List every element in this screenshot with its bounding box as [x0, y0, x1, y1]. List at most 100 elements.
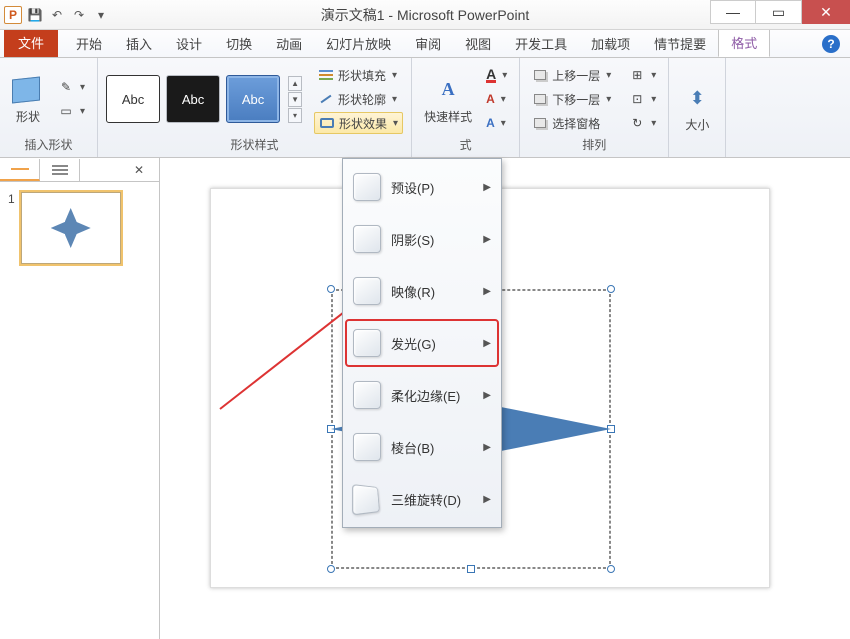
help-icon[interactable]: ? [822, 35, 840, 53]
shape-effects-button[interactable]: 形状效果▾ [314, 112, 403, 134]
shadow-icon [353, 225, 381, 253]
fx-3d-rotation[interactable]: 三维旋转(D) ▶ [347, 477, 497, 521]
qat-undo-icon[interactable]: ↶ [48, 6, 66, 24]
app-icon: P [4, 6, 22, 24]
group-shape-styles: Abc Abc Abc ▲ ▼ ▾ 形状填充▾ 形状轮廓▾ 形状效果▾ 形状样式 [98, 58, 412, 157]
slide-panel: ✕ 1 [0, 158, 160, 639]
tab-review[interactable]: 审阅 [403, 28, 453, 57]
bring-forward-icon [534, 70, 546, 80]
text-outline-icon: A [486, 92, 495, 106]
fx-shadow[interactable]: 阴影(S) ▶ [347, 217, 497, 261]
close-panel-button[interactable]: ✕ [119, 159, 159, 181]
text-fill-button[interactable]: A▾ [482, 64, 511, 86]
tab-developer[interactable]: 开发工具 [503, 28, 579, 57]
outline-tab[interactable] [40, 159, 80, 181]
fx-glow[interactable]: 发光(G) ▶ [347, 321, 497, 365]
submenu-arrow-icon: ▶ [483, 182, 491, 193]
tab-insert[interactable]: 插入 [114, 28, 164, 57]
tab-file[interactable]: 文件 [4, 28, 58, 57]
tab-transitions[interactable]: 切换 [214, 28, 264, 57]
canvas-area[interactable] [160, 158, 850, 639]
align-button[interactable]: ⊞▾ [625, 64, 660, 86]
resize-handle-ne[interactable] [607, 285, 615, 293]
shape-effects-menu: 预设(P) ▶ 阴影(S) ▶ 映像(R) ▶ 发光(G) ▶ 柔化边缘(E) … [342, 158, 502, 528]
qat-save-icon[interactable]: 💾 [26, 6, 44, 24]
shape-style-1[interactable]: Abc [106, 75, 160, 123]
send-backward-icon [534, 94, 546, 104]
shapes-button[interactable]: 形状 [8, 72, 48, 127]
qat-redo-icon[interactable]: ↷ [70, 6, 88, 24]
shape-style-3[interactable]: Abc [226, 75, 280, 123]
text-effects-button[interactable]: A▾ [482, 112, 511, 134]
align-icon: ⊞ [629, 67, 645, 83]
fx-soft-edges[interactable]: 柔化边缘(E) ▶ [347, 373, 497, 417]
shape-style-2[interactable]: Abc [166, 75, 220, 123]
group-size: ⬍ 大小 [669, 58, 726, 157]
ribbon: 形状 ✎▾ ▭▾ 插入形状 Abc Abc Abc ▲ ▼ ▾ 形状填充▾ 形状… [0, 58, 850, 158]
title-bar: P 💾 ↶ ↷ ▾ 演示文稿1 - Microsoft PowerPoint —… [0, 0, 850, 30]
size-button[interactable]: ⬍ 大小 [677, 80, 717, 135]
group-label-wordart: 式 [420, 136, 511, 155]
style-gallery-scroll[interactable]: ▲ ▼ ▾ [288, 76, 302, 123]
rotate-button[interactable]: ↻▾ [625, 112, 660, 134]
gallery-up-icon[interactable]: ▲ [288, 76, 302, 91]
group-label-shape-styles: 形状样式 [106, 136, 403, 155]
submenu-arrow-icon: ▶ [483, 494, 491, 505]
group-wordart: A 快速样式 A▾ A▾ A▾ 式 [412, 58, 520, 157]
letter-a-icon: A [442, 79, 455, 100]
selection-pane-button[interactable]: 选择窗格 [528, 112, 615, 134]
effects-icon [320, 118, 334, 128]
group-insert-shapes: 形状 ✎▾ ▭▾ 插入形状 [0, 58, 98, 157]
slide-thumbnail-1[interactable] [21, 192, 121, 264]
bevel-icon [353, 433, 381, 461]
rotate-icon: ↻ [629, 115, 645, 131]
shape-outline-button[interactable]: 形状轮廓▾ [314, 88, 403, 110]
minimize-button[interactable]: — [710, 0, 756, 24]
tab-addins[interactable]: 加载项 [579, 28, 642, 57]
text-box-button[interactable]: ▭▾ [54, 100, 89, 122]
tab-format[interactable]: 格式 [718, 26, 770, 57]
preset-icon [353, 173, 381, 201]
tab-home[interactable]: 开始 [64, 28, 114, 57]
text-outline-button[interactable]: A▾ [482, 88, 511, 110]
close-button[interactable]: ✕ [802, 0, 850, 24]
group-button[interactable]: ⊡▾ [625, 88, 660, 110]
group-arrange: 上移一层▾ 下移一层▾ 选择窗格 ⊞▾ ⊡▾ ↻▾ 排列 [520, 58, 669, 157]
fill-icon [319, 74, 333, 76]
fx-bevel[interactable]: 棱台(B) ▶ [347, 425, 497, 469]
reflection-icon [353, 277, 381, 305]
resize-handle-sw[interactable] [327, 565, 335, 573]
maximize-button[interactable]: ▭ [756, 0, 802, 24]
tab-design[interactable]: 设计 [164, 28, 214, 57]
submenu-arrow-icon: ▶ [483, 286, 491, 297]
tab-view[interactable]: 视图 [453, 28, 503, 57]
group-icon: ⊡ [629, 91, 645, 107]
gallery-down-icon[interactable]: ▼ [288, 92, 302, 107]
edit-shape-button[interactable]: ✎▾ [54, 76, 89, 98]
fx-reflection[interactable]: 映像(R) ▶ [347, 269, 497, 313]
fx-preset[interactable]: 预设(P) ▶ [347, 165, 497, 209]
send-backward-button[interactable]: 下移一层▾ [528, 88, 615, 110]
glow-icon [353, 329, 381, 357]
bring-forward-button[interactable]: 上移一层▾ [528, 64, 615, 86]
cube-icon [12, 76, 40, 103]
window-title: 演示文稿1 - Microsoft PowerPoint [321, 5, 530, 25]
text-effects-icon: A [486, 116, 495, 130]
text-fill-icon: A [486, 68, 496, 83]
resize-handle-nw[interactable] [327, 285, 335, 293]
slide-number: 1 [8, 192, 15, 264]
qat-dropdown-icon[interactable]: ▾ [92, 6, 110, 24]
rotation-3d-icon [352, 484, 380, 516]
slides-tab[interactable] [0, 159, 40, 181]
soft-edges-icon [353, 381, 381, 409]
gallery-more-icon[interactable]: ▾ [288, 108, 302, 123]
group-label-insert-shapes: 插入形状 [8, 136, 89, 155]
quick-styles-button[interactable]: A 快速样式 [420, 72, 476, 127]
tab-animations[interactable]: 动画 [264, 28, 314, 57]
shape-fill-button[interactable]: 形状填充▾ [314, 64, 403, 86]
tab-slideshow[interactable]: 幻灯片放映 [314, 28, 403, 57]
tab-storyboard[interactable]: 情节提要 [642, 28, 718, 57]
selection-pane-icon [534, 118, 546, 128]
resize-handle-se[interactable] [607, 565, 615, 573]
resize-handle-s[interactable] [467, 565, 475, 573]
